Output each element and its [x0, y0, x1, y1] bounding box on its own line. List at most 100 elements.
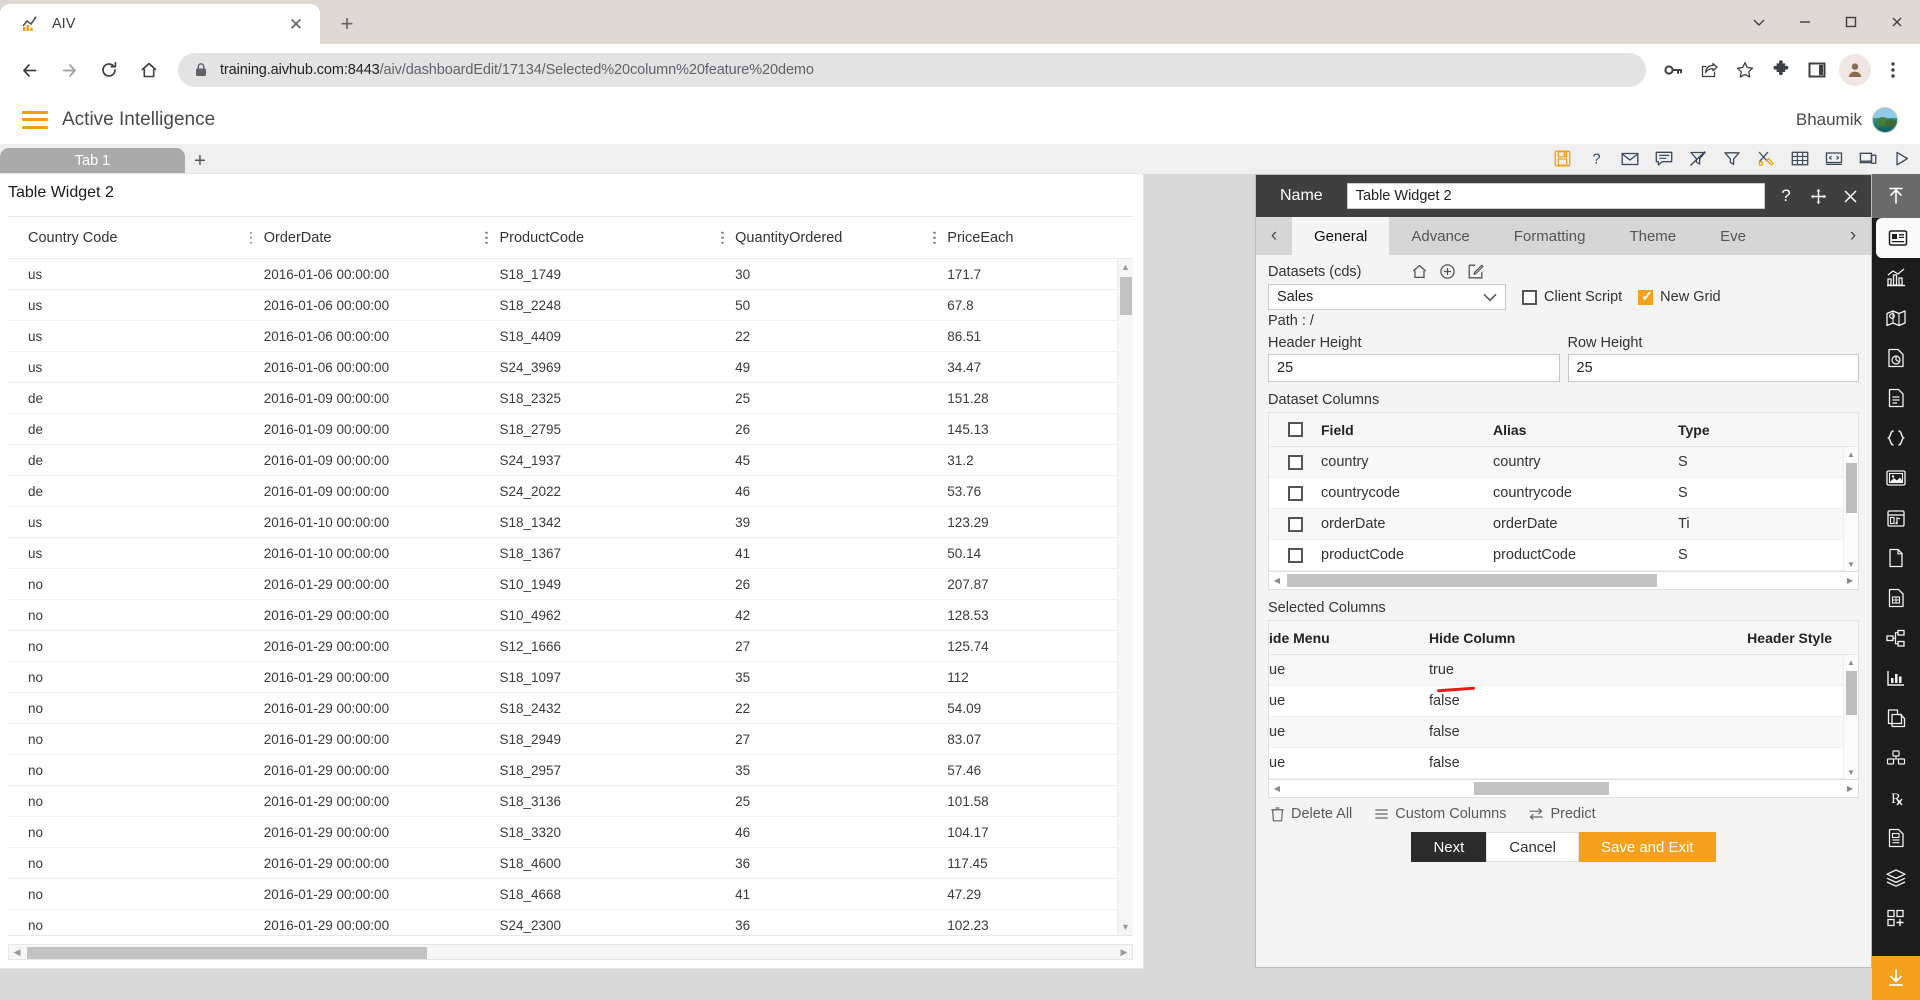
filter-off-icon[interactable] — [1688, 148, 1708, 168]
grid-column-header[interactable]: OrderDate — [249, 217, 500, 258]
minimize-icon[interactable] — [1782, 0, 1828, 44]
chrome-menu-icon[interactable] — [1876, 53, 1910, 87]
comment-icon[interactable] — [1654, 148, 1674, 168]
scroll-down-icon[interactable]: ▼ — [1844, 557, 1858, 571]
close-icon[interactable]: ✕ — [284, 12, 308, 36]
tabs-scroll-left-icon[interactable]: ‹ — [1256, 217, 1292, 255]
scroll-down-icon[interactable]: ▼ — [1844, 765, 1858, 779]
selected-column-row[interactable]: ue true — [1269, 655, 1858, 693]
table-row[interactable]: de 2016-01-09 00:00:00 S18_2325 25 151.28 — [8, 383, 1133, 414]
grid-column-header[interactable]: ProductCode — [485, 217, 735, 258]
extensions-puzzle-icon[interactable] — [1764, 53, 1798, 87]
select-all-checkbox[interactable] — [1269, 422, 1321, 437]
tools-icon[interactable] — [1756, 148, 1776, 168]
scroll-thumb[interactable] — [1846, 463, 1857, 513]
table-row[interactable]: us 2016-01-06 00:00:00 S18_1749 30 171.7 — [8, 259, 1133, 290]
save-and-exit-button[interactable]: Save and Exit — [1578, 832, 1716, 862]
table-row[interactable]: no 2016-01-29 00:00:00 S18_4668 41 47.29 — [8, 879, 1133, 910]
selected-column-row[interactable]: ue false — [1269, 717, 1858, 748]
json-braces-icon[interactable] — [1872, 418, 1920, 458]
hscroll-thumb[interactable] — [27, 947, 427, 959]
table-row[interactable]: no 2016-01-29 00:00:00 S18_2957 35 57.46 — [8, 755, 1133, 786]
calendar-media-icon[interactable] — [1872, 498, 1920, 538]
code-icon[interactable] — [1824, 148, 1844, 168]
table-row[interactable]: us 2016-01-10 00:00:00 S18_1367 41 50.14 — [8, 538, 1133, 569]
tabs-scroll-right-icon[interactable]: › — [1835, 217, 1871, 255]
table-row[interactable]: no 2016-01-29 00:00:00 S18_4600 36 117.45 — [8, 848, 1133, 879]
address-bar[interactable]: training.aivhub.com:8443/aiv/dashboardEd… — [178, 53, 1646, 87]
devices-icon[interactable] — [1858, 148, 1878, 168]
new-tab-button[interactable]: + — [330, 7, 364, 41]
back-icon[interactable] — [10, 51, 48, 89]
cancel-button[interactable]: Cancel — [1486, 832, 1579, 862]
scroll-up-icon[interactable]: ▲ — [1118, 259, 1133, 275]
maximize-icon[interactable] — [1828, 0, 1874, 44]
map-icon[interactable] — [1872, 298, 1920, 338]
edit-icon[interactable] — [1467, 263, 1485, 280]
scroll-thumb[interactable] — [1120, 277, 1132, 315]
table-row[interactable]: us 2016-01-06 00:00:00 S18_2248 50 67.8 — [8, 290, 1133, 321]
delete-all-button[interactable]: Delete All — [1270, 806, 1352, 822]
selected-column-row[interactable]: ue false — [1269, 686, 1858, 717]
widget-card-icon[interactable] — [1876, 218, 1920, 258]
scroll-up-icon[interactable]: ▲ — [1844, 655, 1858, 669]
column-menu-icon[interactable] — [721, 231, 724, 244]
tab-events[interactable]: Eve — [1698, 217, 1746, 255]
cubes-icon[interactable] — [1872, 738, 1920, 778]
pie-report-icon[interactable] — [1872, 338, 1920, 378]
hamburger-menu-icon[interactable] — [22, 110, 48, 129]
row-checkbox[interactable] — [1269, 454, 1321, 470]
table-row[interactable]: us 2016-01-06 00:00:00 S24_3969 49 34.47 — [8, 352, 1133, 383]
side-panel-icon[interactable] — [1800, 53, 1834, 87]
scroll-left-icon[interactable]: ◀ — [9, 947, 25, 958]
file-icon[interactable] — [1872, 538, 1920, 578]
help-icon[interactable]: ? — [1586, 148, 1606, 168]
grid-column-header[interactable]: Country Code — [8, 217, 264, 258]
reload-icon[interactable] — [90, 51, 128, 89]
save-icon[interactable] — [1552, 148, 1572, 168]
scroll-left-icon[interactable]: ◀ — [1269, 784, 1285, 793]
star-icon[interactable] — [1728, 53, 1762, 87]
scroll-thumb[interactable] — [1846, 671, 1857, 715]
rx-icon[interactable]: R — [1872, 778, 1920, 818]
dataset-columns-hscroll[interactable]: ◀ ▶ — [1268, 572, 1859, 590]
tab-general[interactable]: General — [1292, 217, 1390, 255]
dataset-column-row[interactable]: countrycode countrycode S — [1269, 478, 1858, 509]
scroll-right-icon[interactable]: ▶ — [1842, 576, 1858, 585]
grid-vertical-scrollbar[interactable]: ▲ ▼ — [1117, 259, 1133, 935]
dashboard-tab-1[interactable]: Tab 1 — [0, 148, 185, 174]
collapse-up-icon[interactable] — [1872, 174, 1920, 218]
dataset-columns-vscroll[interactable]: ▲ ▼ — [1843, 447, 1858, 571]
table-icon[interactable] — [1790, 148, 1810, 168]
column-menu-icon[interactable] — [249, 231, 253, 244]
window-close-icon[interactable] — [1874, 0, 1920, 44]
header-height-input[interactable]: 25 — [1268, 354, 1560, 382]
table-row[interactable]: no 2016-01-29 00:00:00 S18_1097 35 112 — [8, 662, 1133, 693]
data-file-icon[interactable] — [1872, 578, 1920, 618]
help-icon[interactable]: ? — [1775, 186, 1797, 206]
scroll-right-icon[interactable]: ▶ — [1116, 947, 1132, 958]
filter-icon[interactable] — [1722, 148, 1742, 168]
table-row[interactable]: no 2016-01-29 00:00:00 S18_2432 22 54.09 — [8, 693, 1133, 724]
custom-columns-button[interactable]: Custom Columns — [1374, 806, 1506, 822]
grid-add-icon[interactable] — [1872, 898, 1920, 938]
profile-avatar-icon[interactable] — [1839, 54, 1871, 86]
client-script-checkbox[interactable]: Client Script — [1522, 289, 1622, 305]
row-checkbox[interactable] — [1269, 516, 1321, 532]
table-row[interactable]: de 2016-01-09 00:00:00 S24_1937 45 31.2 — [8, 445, 1133, 476]
table-row[interactable]: de 2016-01-09 00:00:00 S24_2022 46 53.76 — [8, 476, 1133, 507]
table-row[interactable]: no 2016-01-29 00:00:00 S18_2949 27 83.07 — [8, 724, 1133, 755]
copy-page-icon[interactable] — [1872, 698, 1920, 738]
widget-name-input[interactable]: Table Widget 2 — [1346, 183, 1765, 209]
browser-tab[interactable]: AIV ✕ — [0, 4, 320, 44]
predict-button[interactable]: Predict — [1528, 806, 1596, 822]
move-icon[interactable] — [1807, 188, 1829, 205]
scroll-right-icon[interactable]: ▶ — [1842, 784, 1858, 793]
bar-chart-icon[interactable] — [1872, 258, 1920, 298]
scroll-down-icon[interactable]: ▼ — [1118, 919, 1133, 935]
play-icon[interactable] — [1892, 148, 1912, 168]
table-row[interactable]: no 2016-01-29 00:00:00 S24_2300 36 102.23 — [8, 910, 1133, 935]
home-icon[interactable] — [130, 51, 168, 89]
add-circle-icon[interactable] — [1439, 263, 1456, 280]
table-row[interactable]: no 2016-01-29 00:00:00 S10_4962 42 128.53 — [8, 600, 1133, 631]
